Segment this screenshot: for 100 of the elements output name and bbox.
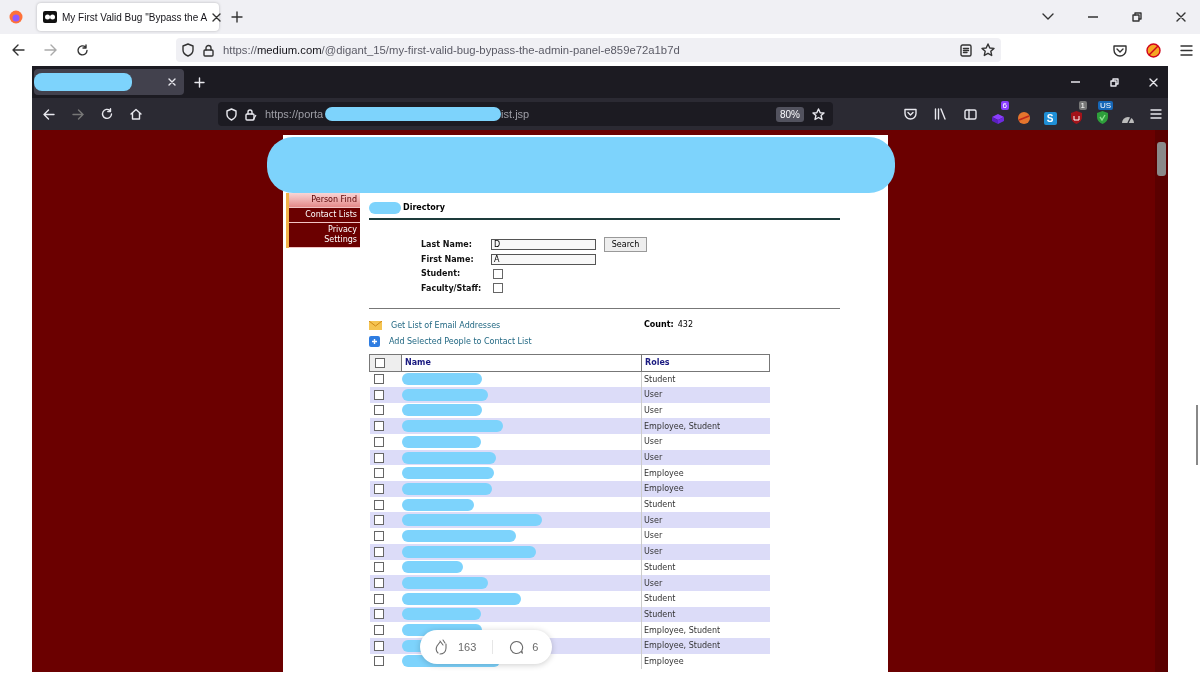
restore-icon[interactable] <box>1132 12 1142 22</box>
address-bar[interactable]: https://porta ist.jsp 80% <box>218 102 833 126</box>
table-cell: User <box>641 543 770 560</box>
badge: US <box>1097 101 1113 110</box>
pocket-icon[interactable] <box>1113 43 1127 57</box>
shield-icon <box>226 107 237 121</box>
table-cell: Employee <box>641 465 770 482</box>
table-cell: Employee <box>641 653 770 670</box>
field-label: Faculty/Staff: <box>421 283 483 293</box>
table-cell: Employee <box>641 481 770 497</box>
restore-icon[interactable] <box>1110 77 1119 87</box>
table-cell: User <box>641 449 770 466</box>
checkbox[interactable] <box>373 530 384 541</box>
url-text: ist.jsp <box>501 108 530 120</box>
table-cell: User <box>641 528 770 544</box>
shield-icon <box>1095 110 1109 125</box>
table-cell: Employee, Student <box>641 622 770 638</box>
table-cell: Student <box>641 590 770 607</box>
link[interactable]: Add Selected People to Contact List <box>389 337 532 347</box>
table-cell: User <box>641 402 770 419</box>
fox-icon <box>1017 111 1031 125</box>
redaction-mark <box>369 202 401 214</box>
lock-icon <box>245 107 257 121</box>
sidebar-item[interactable]: Privacy Settings <box>289 223 360 248</box>
checkbox[interactable] <box>373 515 384 526</box>
field-label: Last Name: <box>421 239 473 249</box>
back-icon[interactable] <box>12 44 25 56</box>
checkbox[interactable] <box>373 421 384 432</box>
section-title: Directory <box>403 202 445 214</box>
lock-icon <box>203 43 214 57</box>
reader-view-icon[interactable] <box>960 43 972 57</box>
clap-count: 163 <box>458 641 477 653</box>
comment-icon[interactable] <box>509 639 525 655</box>
table-cell: Student <box>641 371 770 387</box>
extension-icon[interactable] <box>1146 42 1161 58</box>
tab-title: My First Valid Bug "Bypass the A <box>62 11 208 23</box>
checkbox[interactable] <box>373 374 384 385</box>
checkbox[interactable] <box>373 578 384 589</box>
checkbox[interactable] <box>373 593 384 604</box>
extension-button[interactable]: S <box>1039 101 1061 127</box>
checkbox[interactable] <box>373 499 384 510</box>
table-cell: User <box>641 434 770 450</box>
column-header[interactable]: Name <box>401 354 642 372</box>
address-bar[interactable]: https://medium.com/@digant_15/my-first-valid-bug-bypass-the-admin-panel-e859e72a1b7d <box>176 38 1001 62</box>
chevron-icon[interactable] <box>1042 13 1054 21</box>
sidebar-item[interactable]: Person Find <box>289 193 360 208</box>
menu-icon[interactable] <box>1180 44 1193 56</box>
browser-tab[interactable] <box>34 69 184 95</box>
extension-button[interactable]: US <box>1091 101 1113 127</box>
badge: 1 <box>1078 101 1087 110</box>
badge: 6 <box>1000 101 1009 110</box>
checkbox[interactable] <box>373 436 384 447</box>
checkbox[interactable] <box>373 546 384 557</box>
checkbox[interactable] <box>373 405 384 416</box>
new-tab-icon[interactable] <box>231 11 243 23</box>
checkbox[interactable] <box>373 656 384 667</box>
cube-icon <box>990 111 1006 125</box>
checkbox[interactable] <box>493 283 503 294</box>
table-cell: Student <box>641 606 770 623</box>
checkbox[interactable] <box>373 452 384 463</box>
extension-button[interactable]: 1 <box>1065 101 1087 127</box>
shield-icon <box>182 43 194 57</box>
input-field[interactable]: A <box>491 253 596 265</box>
scrollbar[interactable] <box>1196 405 1198 465</box>
zoom-level[interactable]: 80% <box>776 106 804 122</box>
checkbox[interactable] <box>373 389 384 400</box>
extension-button[interactable]: 6 <box>987 101 1009 127</box>
checkbox[interactable] <box>375 357 385 368</box>
scrollbar[interactable] <box>1155 130 1168 672</box>
envelope-icon <box>369 321 382 331</box>
browser-tab[interactable]: My First Valid Bug "Bypass the A <box>37 3 219 31</box>
link[interactable]: Get List of Email Addresses <box>391 321 501 331</box>
extension-logo: S <box>1043 112 1057 125</box>
forward-icon[interactable] <box>72 108 84 120</box>
star-icon[interactable] <box>981 43 995 57</box>
checkbox[interactable] <box>373 625 384 636</box>
browser-logo-icon <box>9 10 23 24</box>
checkbox[interactable] <box>493 268 503 279</box>
close-icon[interactable] <box>1176 12 1186 22</box>
redaction-mark <box>401 561 463 574</box>
sidebar-icon[interactable] <box>964 108 977 120</box>
checkbox[interactable] <box>373 562 384 573</box>
table-cell: User <box>641 575 770 591</box>
search-button[interactable]: Search <box>604 236 647 252</box>
close-icon[interactable] <box>212 12 222 22</box>
reload-icon[interactable] <box>76 43 89 57</box>
sidebar-item[interactable]: Contact Lists <box>289 208 360 223</box>
table-cell: Employee, Student <box>641 418 770 434</box>
library-icon[interactable] <box>934 108 947 120</box>
checkbox[interactable] <box>373 468 384 479</box>
field-label: First Name: <box>421 254 475 264</box>
input-field[interactable]: D <box>491 238 596 250</box>
field-label: Student: <box>421 269 462 279</box>
table-cell: Employee, Student <box>641 637 770 654</box>
checkbox[interactable] <box>373 483 384 494</box>
home-icon[interactable] <box>130 108 142 120</box>
checkbox[interactable] <box>373 609 384 620</box>
url-text: https://medium.com/@digant_15/my-first-valid-bug-bypass-the-admin-panel-e859e72a1b7d <box>223 44 680 56</box>
checkbox[interactable] <box>373 640 384 651</box>
column-header[interactable]: Roles <box>641 354 770 372</box>
